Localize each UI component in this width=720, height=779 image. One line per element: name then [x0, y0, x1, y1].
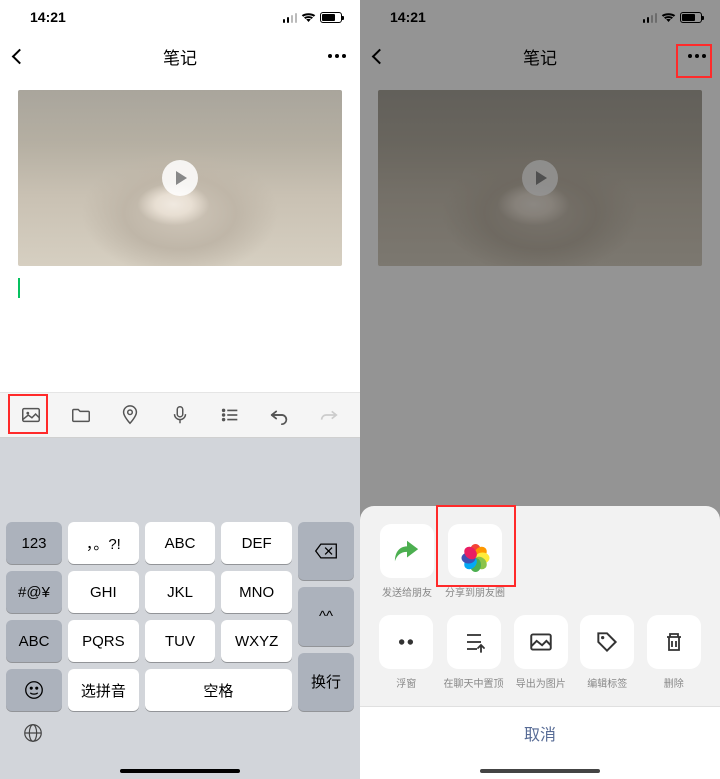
- status-bar: 14:21: [0, 0, 360, 34]
- wifi-icon: [301, 12, 316, 23]
- location-icon[interactable]: [118, 403, 142, 427]
- key-select-pinyin[interactable]: 选拼音: [68, 669, 139, 711]
- float-label: 浮窗: [396, 675, 416, 690]
- key-backspace[interactable]: [298, 522, 354, 580]
- delete[interactable]: 删除: [646, 615, 703, 690]
- page-title: 笔记: [163, 44, 197, 69]
- mic-icon[interactable]: [168, 403, 192, 427]
- pin-label: 在聊天中置顶: [444, 675, 504, 690]
- status-time: 14:21: [30, 9, 66, 25]
- globe-button[interactable]: [0, 711, 360, 755]
- candidate-bar[interactable]: [0, 438, 360, 518]
- key-def[interactable]: DEF: [221, 522, 292, 564]
- float-window[interactable]: 浮窗: [378, 615, 435, 690]
- share-row: 发送给朋友: [360, 524, 720, 615]
- video-thumbnail[interactable]: [18, 90, 342, 266]
- more-button[interactable]: [306, 54, 346, 58]
- text-cursor: [18, 278, 20, 298]
- tag-icon: [594, 629, 620, 655]
- phone-left-screen: 14:21 笔记: [0, 0, 360, 779]
- image-icon[interactable]: [19, 403, 43, 427]
- key-123[interactable]: 123: [6, 522, 62, 564]
- image-export-icon: [528, 629, 554, 655]
- share-arrow-icon: [392, 538, 422, 564]
- redo-icon: [317, 403, 341, 427]
- pin-in-chat[interactable]: 在聊天中置顶: [445, 615, 503, 690]
- key-punct[interactable]: ，。?!: [68, 522, 139, 564]
- play-icon: [162, 160, 198, 196]
- tags-label: 编辑标签: [587, 675, 627, 690]
- edit-tags[interactable]: 编辑标签: [579, 615, 636, 690]
- export-label: 导出为图片: [516, 675, 566, 690]
- phone-right-screen: 14:21 笔记 发送给朋: [360, 0, 720, 779]
- battery-icon: [320, 12, 342, 23]
- actions-row: 浮窗 在聊天中置顶 导出为图片: [360, 615, 720, 706]
- pin-icon: [462, 630, 486, 654]
- edit-toolbar: [0, 392, 360, 438]
- back-button[interactable]: [14, 51, 54, 62]
- key-jkl[interactable]: JKL: [145, 571, 216, 613]
- list-icon[interactable]: [218, 403, 242, 427]
- key-tuv[interactable]: TUV: [145, 620, 216, 662]
- share-to-friend-label: 发送给朋友: [382, 584, 432, 599]
- note-content[interactable]: [0, 78, 360, 298]
- key-ghi[interactable]: GHI: [68, 571, 139, 613]
- trash-icon: [662, 630, 686, 654]
- folder-icon[interactable]: [69, 403, 93, 427]
- key-mno[interactable]: MNO: [221, 571, 292, 613]
- key-symbols[interactable]: #@¥: [6, 571, 62, 613]
- key-enter[interactable]: 换行: [298, 653, 354, 711]
- nav-bar: 笔记: [0, 34, 360, 78]
- key-wxyz[interactable]: WXYZ: [221, 620, 292, 662]
- share-to-moments[interactable]: 分享到朋友圈: [446, 524, 504, 599]
- share-to-friend[interactable]: 发送给朋友: [378, 524, 436, 599]
- delete-label: 删除: [664, 675, 684, 690]
- key-abc2[interactable]: ABC: [145, 522, 216, 564]
- moments-icon: [461, 537, 489, 565]
- home-indicator[interactable]: [480, 769, 600, 773]
- key-space[interactable]: 空格: [145, 669, 292, 711]
- undo-icon[interactable]: [267, 403, 291, 427]
- key-caret[interactable]: ^^: [298, 587, 354, 645]
- key-emoji[interactable]: [6, 669, 62, 711]
- action-sheet: 发送给朋友: [360, 506, 720, 779]
- keyboard: 123 #@¥ ABC ，。?! ABC DEF: [0, 438, 360, 779]
- float-icon: [393, 629, 419, 655]
- home-indicator[interactable]: [120, 769, 240, 773]
- cell-signal-icon: [283, 12, 298, 23]
- chevron-left-icon: [12, 48, 28, 64]
- status-indicators: [283, 12, 343, 23]
- export-image[interactable]: 导出为图片: [513, 615, 570, 690]
- share-to-moments-label: 分享到朋友圈: [445, 584, 505, 599]
- key-abc[interactable]: ABC: [6, 620, 62, 662]
- more-dots-icon: [328, 54, 346, 58]
- key-pqrs[interactable]: PQRS: [68, 620, 139, 662]
